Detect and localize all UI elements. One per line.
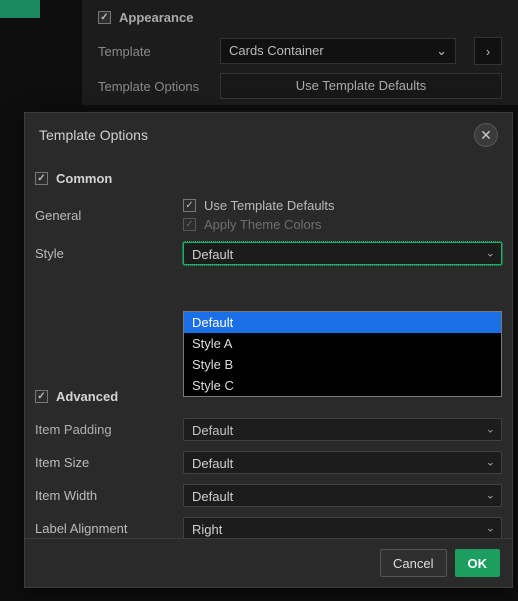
item-width-label: Item Width	[35, 488, 183, 503]
template-label: Template	[98, 44, 208, 59]
template-select[interactable]: Cards Container ⌄	[220, 38, 456, 64]
label-alignment-row: Label Alignment Right ⌄	[35, 517, 502, 538]
use-template-defaults-label: Use Template Defaults	[204, 198, 335, 213]
style-select[interactable]: Default ⌄	[183, 242, 502, 265]
dialog-body: Common General Use Template Defaults App…	[25, 157, 512, 538]
chevron-down-icon: ⌄	[486, 418, 495, 441]
background-appearance-panel: Appearance Template Cards Container ⌄ › …	[82, 0, 518, 105]
item-padding-label: Item Padding	[35, 422, 183, 437]
style-label: Style	[35, 246, 183, 261]
general-row: General Use Template Defaults Apply Them…	[35, 198, 502, 232]
checkbox-icon	[98, 11, 111, 24]
dialog-header: Template Options ✕	[25, 113, 512, 157]
item-padding-row: Item Padding Default ⌄	[35, 418, 502, 441]
label-alignment-value: Right	[192, 522, 222, 537]
style-option-a[interactable]: Style A	[184, 333, 501, 354]
label-alignment-select[interactable]: Right ⌄	[183, 517, 502, 538]
item-width-select[interactable]: Default ⌄	[183, 484, 502, 507]
appearance-label: Appearance	[119, 10, 193, 25]
style-option-default[interactable]: Default	[184, 312, 501, 333]
checkbox-icon	[183, 218, 196, 231]
advanced-block: Advanced Item Padding Default ⌄ Item Siz…	[35, 389, 502, 538]
dialog-footer: Cancel OK	[25, 538, 512, 587]
apply-theme-colors-label: Apply Theme Colors	[204, 217, 322, 232]
template-options-dialog: Template Options ✕ Common General Use Te…	[24, 112, 513, 588]
label-alignment-label: Label Alignment	[35, 521, 183, 536]
expand-icon	[35, 390, 48, 403]
expand-icon	[35, 172, 48, 185]
chevron-down-icon: ⌄	[436, 39, 447, 63]
use-template-defaults-checkbox[interactable]: Use Template Defaults	[183, 198, 502, 213]
style-select-value: Default	[192, 247, 233, 262]
bg-accent	[0, 0, 40, 18]
common-section-header[interactable]: Common	[35, 171, 502, 186]
template-options-label: Template Options	[98, 79, 208, 94]
close-button[interactable]: ✕	[474, 123, 498, 147]
style-dropdown: Default Style A Style B Style C	[183, 311, 502, 397]
dialog-title: Template Options	[39, 127, 148, 143]
style-option-b[interactable]: Style B	[184, 354, 501, 375]
general-label: General	[35, 208, 183, 223]
item-size-value: Default	[192, 456, 233, 471]
item-width-row: Item Width Default ⌄	[35, 484, 502, 507]
chevron-down-icon: ⌄	[486, 451, 495, 474]
template-select-value: Cards Container	[229, 43, 324, 58]
item-size-row: Item Size Default ⌄	[35, 451, 502, 474]
ok-button[interactable]: OK	[455, 549, 501, 577]
item-size-label: Item Size	[35, 455, 183, 470]
template-more-button[interactable]: ›	[474, 37, 502, 65]
style-row: Style Default ⌄	[35, 242, 502, 265]
item-width-value: Default	[192, 489, 233, 504]
close-icon: ✕	[480, 127, 492, 144]
chevron-down-icon: ⌄	[486, 517, 495, 538]
template-options-button[interactable]: Use Template Defaults	[220, 73, 502, 99]
checkbox-icon	[183, 199, 196, 212]
item-padding-select[interactable]: Default ⌄	[183, 418, 502, 441]
template-options-value: Use Template Defaults	[296, 78, 427, 93]
appearance-section-header: Appearance	[98, 10, 502, 25]
item-padding-value: Default	[192, 423, 233, 438]
style-option-c[interactable]: Style C	[184, 375, 501, 396]
chevron-right-icon: ›	[486, 44, 490, 59]
chevron-down-icon: ⌄	[486, 484, 495, 507]
chevron-down-icon: ⌄	[486, 242, 495, 265]
cancel-button[interactable]: Cancel	[380, 549, 446, 577]
common-label: Common	[56, 171, 112, 186]
item-size-select[interactable]: Default ⌄	[183, 451, 502, 474]
advanced-label: Advanced	[56, 389, 118, 404]
apply-theme-colors-checkbox: Apply Theme Colors	[183, 217, 502, 232]
